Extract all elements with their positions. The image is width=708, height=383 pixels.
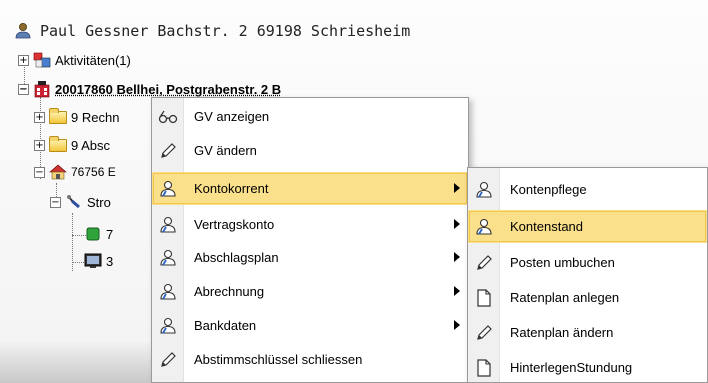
- activities-icon: [33, 51, 51, 69]
- submenu-item-ratenplan-anlegen[interactable]: Ratenplan anlegen: [468, 281, 707, 314]
- submenu-arrow-icon: [454, 252, 460, 262]
- building-icon: [33, 80, 51, 98]
- submenu-item-hinterlegen-stundung[interactable]: HinterlegenStundung: [468, 351, 707, 383]
- customer-header-text: Paul Gessner Bachstr. 2 69198 Schrieshei…: [40, 22, 411, 40]
- tree-item-label: Stro: [87, 194, 111, 210]
- menu-item-gv-anzeigen[interactable]: GV anzeigen: [152, 100, 468, 133]
- menu-item-bankdaten[interactable]: Bankdaten: [152, 309, 468, 342]
- person-icon: [14, 22, 32, 40]
- folder-icon: [49, 135, 67, 152]
- menu-item-abstimmschluessel[interactable]: Abstimmschlüssel schliessen: [152, 343, 468, 376]
- submenu-item-posten-umbuchen[interactable]: Posten umbuchen: [468, 246, 707, 279]
- tree-item-label: 76756 E: [71, 165, 116, 179]
- user-icon: [152, 180, 184, 198]
- plug-icon: [65, 193, 83, 211]
- user-icon: [468, 181, 500, 199]
- submenu-item-kontenstand[interactable]: Kontenstand: [468, 210, 707, 243]
- menu-item-gv-aendern[interactable]: GV ändern: [152, 134, 468, 167]
- user-icon: [152, 283, 184, 301]
- tree-item-power[interactable]: − Stro: [50, 192, 111, 212]
- tree-item-account[interactable]: − 76756 E: [34, 162, 116, 182]
- green-square-icon: [84, 225, 102, 243]
- menu-item-vertragskonto[interactable]: Vertragskonto: [152, 208, 468, 241]
- pencil-icon: [152, 351, 184, 369]
- user-icon: [152, 317, 184, 335]
- tree-item-contract[interactable]: − 20017860 Bellhei, Postgrabenstr. 2 B: [18, 79, 281, 99]
- tree-item-label: 7: [106, 226, 114, 242]
- tree-item-meter[interactable]: 7: [84, 224, 113, 244]
- tree-item-label: 9 Rechn: [71, 109, 120, 125]
- menu-item-abschlagsplan[interactable]: Abschlagsplan: [152, 241, 468, 274]
- user-icon: [152, 249, 184, 267]
- collapse-icon[interactable]: −: [34, 166, 45, 178]
- menu-item-abrechnung[interactable]: Abrechnung: [152, 275, 468, 308]
- pencil-icon: [468, 254, 500, 272]
- menu-item-kontokorrent[interactable]: Kontokorrent: [152, 172, 468, 205]
- customer-header: Paul Gessner Bachstr. 2 69198 Schrieshei…: [14, 20, 410, 42]
- submenu-item-kontenpflege[interactable]: Kontenpflege: [468, 173, 707, 206]
- submenu-arrow-icon: [454, 286, 460, 296]
- submenu: Kontenpflege Kontenstand Posten umbuchen…: [467, 167, 708, 383]
- tree-item-label: Aktivitäten(1): [55, 52, 131, 68]
- submenu-arrow-icon: [454, 219, 460, 229]
- tree-item-device[interactable]: 3: [84, 251, 113, 271]
- collapse-icon[interactable]: −: [50, 196, 61, 208]
- submenu-arrow-icon: [454, 183, 460, 193]
- pencil-icon: [468, 324, 500, 342]
- collapse-icon[interactable]: −: [18, 83, 29, 95]
- tree-item-label: 9 Absc: [71, 137, 111, 153]
- submenu-item-ratenplan-aendern[interactable]: Ratenplan ändern: [468, 316, 707, 349]
- tree-item-folder-invoices[interactable]: + 9 Rechn: [34, 107, 119, 127]
- user-icon: [468, 218, 500, 236]
- expand-icon[interactable]: +: [18, 54, 29, 66]
- document-icon: [468, 358, 500, 377]
- user-icon: [152, 216, 184, 234]
- tree-item-label: 20017860 Bellhei, Postgrabenstr. 2 B: [55, 81, 282, 97]
- expand-icon[interactable]: +: [34, 139, 45, 151]
- context-menu: GV anzeigen GV ändern Kontokorrent Vertr…: [151, 97, 469, 383]
- tree-item-label: 3: [106, 253, 114, 269]
- pencil-icon: [152, 142, 184, 160]
- monitor-icon: [84, 252, 102, 270]
- tree-item-activities[interactable]: + Aktivitäten(1): [18, 50, 131, 70]
- submenu-arrow-icon: [454, 320, 460, 330]
- document-icon: [468, 288, 500, 307]
- folder-icon: [49, 107, 67, 124]
- tree-item-folder-installments[interactable]: + 9 Absc: [34, 135, 110, 155]
- glasses-icon: [152, 109, 184, 125]
- house-icon: [49, 163, 67, 181]
- expand-icon[interactable]: +: [34, 111, 45, 123]
